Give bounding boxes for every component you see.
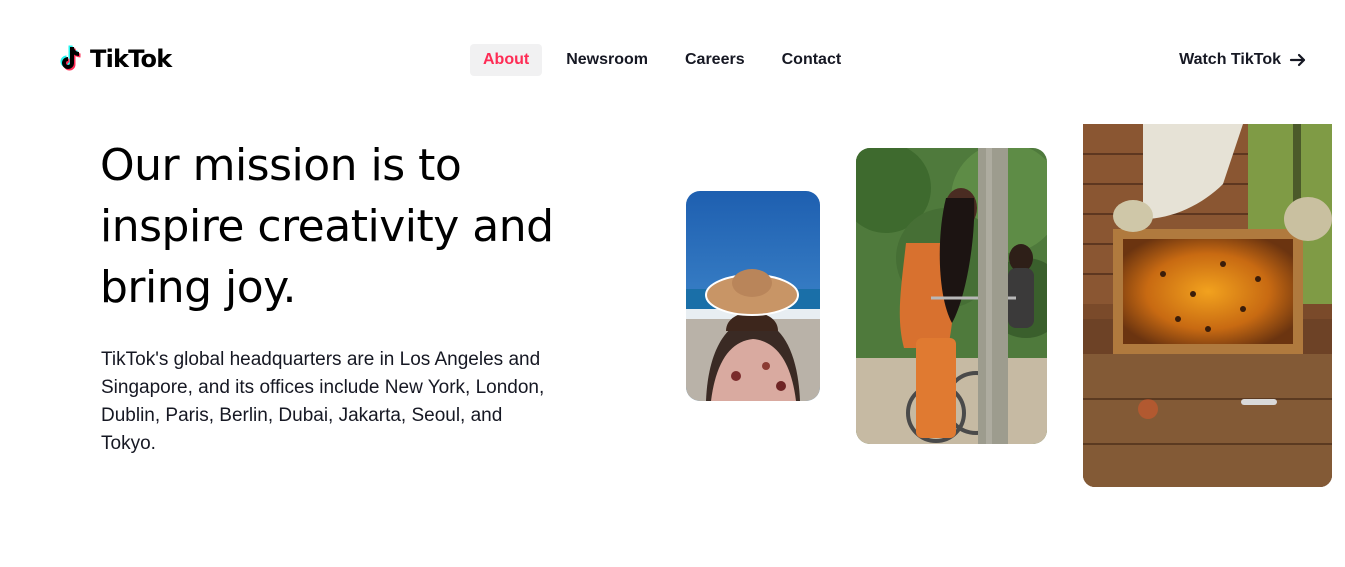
headquarters-description: TikTok's global headquarters are in Los … <box>101 349 545 454</box>
nav-item-about[interactable]: About <box>470 44 543 76</box>
main-nav: About Newsroom Careers Contact <box>470 44 865 76</box>
site-header: TikTok About Newsroom Careers Contact Wa… <box>0 0 1345 120</box>
watch-tiktok-link[interactable]: Watch TikTok <box>1179 44 1307 76</box>
nav-item-careers[interactable]: Careers <box>672 44 758 76</box>
tiktok-logo[interactable]: TikTok <box>60 43 172 75</box>
brand-name: TikTok <box>90 45 172 73</box>
photo-woman-bicycle <box>856 148 1047 444</box>
mission-heading: Our mission is to inspire creativity and… <box>100 140 554 313</box>
photo-woman-hat-seaside <box>686 191 820 401</box>
photo-beekeeper-honeycomb <box>1083 124 1332 487</box>
nav-item-newsroom[interactable]: Newsroom <box>553 44 661 76</box>
nav-item-contact[interactable]: Contact <box>769 44 855 76</box>
tiktok-note-icon <box>60 45 81 71</box>
watch-tiktok-label: Watch TikTok <box>1179 51 1281 68</box>
arrow-right-icon <box>1289 53 1306 67</box>
